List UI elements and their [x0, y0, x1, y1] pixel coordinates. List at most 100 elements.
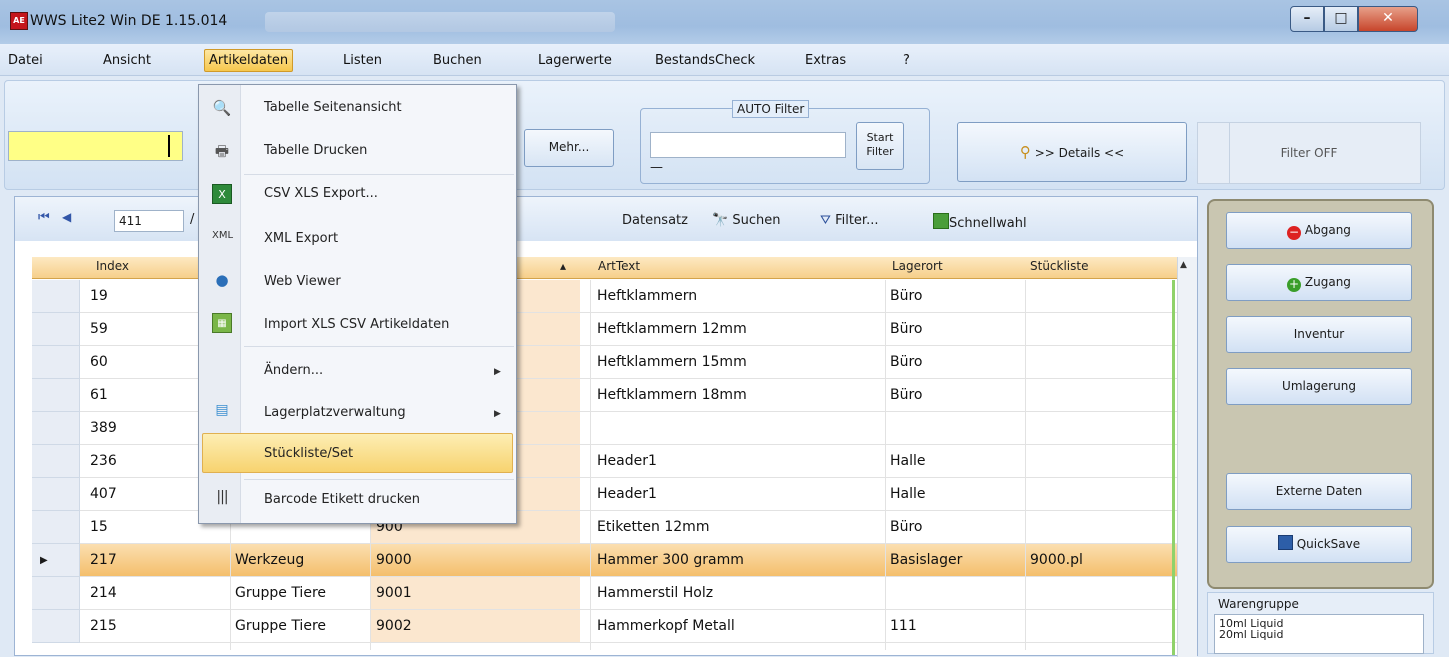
record-position-input[interactable]: 411: [114, 210, 184, 232]
column-divider: [1025, 280, 1026, 650]
app-logo-icon: AE: [10, 12, 28, 30]
zugang-button[interactable]: + Zugang: [1226, 264, 1412, 301]
autofilter-dash: —: [650, 160, 663, 175]
menu-datei[interactable]: Datei: [8, 50, 43, 72]
grid-icon: [933, 213, 949, 229]
externe-daten-button[interactable]: Externe Daten: [1226, 473, 1412, 510]
first-record-icon[interactable]: ⏮: [38, 210, 50, 225]
cell-arttext: Hammerstil Holz: [597, 585, 714, 601]
abgang-button[interactable]: − Abgang: [1226, 212, 1412, 249]
start-filter-button[interactable]: Start Filter: [856, 122, 904, 170]
menu-csv-xls-export[interactable]: CSV XLS Export...: [264, 186, 378, 201]
warengruppe-item[interactable]: 20ml Liquid: [1219, 629, 1419, 640]
details-label: >> Details <<: [1034, 146, 1125, 160]
menu-xml-export[interactable]: XML Export: [264, 231, 338, 246]
dropdown-separator: [244, 346, 514, 347]
menu-stueckliste-set[interactable]: Stückliste/Set: [264, 446, 353, 461]
submenu-arrow-icon: ▶: [494, 409, 501, 419]
filter-label: Filter...: [835, 213, 879, 228]
row-selector[interactable]: [32, 313, 80, 346]
search-input[interactable]: [8, 131, 183, 161]
prev-record-icon[interactable]: ◀: [62, 210, 71, 224]
maximize-button[interactable]: □: [1324, 6, 1358, 32]
menu-ansicht[interactable]: Ansicht: [103, 50, 151, 72]
umlagerung-button[interactable]: Umlagerung: [1226, 368, 1412, 405]
cell-lagerort: Büro: [890, 387, 923, 403]
cell-stueckliste: 9000.pl: [1030, 552, 1083, 568]
row-selector[interactable]: [32, 610, 80, 643]
warengruppe-list[interactable]: 10ml Liquid 20ml Liquid: [1214, 614, 1424, 654]
menu-aendern[interactable]: Ändern...: [264, 363, 323, 378]
filter-button[interactable]: ⛛ Filter...: [820, 213, 878, 228]
header-stueckliste[interactable]: Stückliste: [1030, 259, 1088, 273]
menu-lagerwerte[interactable]: Lagerwerte: [538, 50, 612, 72]
menu-web-viewer[interactable]: Web Viewer: [264, 274, 341, 289]
header-arttext[interactable]: ArtText: [598, 259, 640, 273]
menu-tabelle-drucken[interactable]: Tabelle Drucken: [264, 143, 367, 158]
details-button[interactable]: ⚲ >> Details <<: [957, 122, 1187, 182]
cell-index: 19: [90, 288, 108, 304]
cell-lagerort: Büro: [890, 519, 923, 535]
quicksave-button[interactable]: QuickSave: [1226, 526, 1412, 563]
row-selector[interactable]: [32, 412, 80, 445]
menu-bestandscheck[interactable]: BestandsCheck: [655, 50, 755, 72]
cell-lagerort: Basislager: [890, 552, 963, 568]
column-divider: [885, 280, 886, 650]
suchen-button[interactable]: 🔭 Suchen: [712, 213, 780, 228]
cell-gruppe: Gruppe Tiere: [235, 585, 326, 601]
autofilter-input[interactable]: [650, 132, 846, 158]
menu-barcode-etikett[interactable]: Barcode Etikett drucken: [264, 492, 420, 507]
close-button[interactable]: ✕: [1358, 6, 1418, 32]
vertical-scrollbar[interactable]: [1177, 257, 1197, 657]
header-index[interactable]: Index: [96, 259, 129, 273]
row-selector[interactable]: [32, 511, 80, 544]
row-selector[interactable]: [32, 346, 80, 379]
menu-buchen[interactable]: Buchen: [433, 50, 482, 72]
inventur-button[interactable]: Inventur: [1226, 316, 1412, 353]
menu-listen[interactable]: Listen: [343, 50, 382, 72]
datensatz-button[interactable]: Datensatz: [622, 213, 688, 228]
row-selector[interactable]: [32, 280, 80, 313]
row-selector[interactable]: [32, 445, 80, 478]
cell-index: 60: [90, 354, 108, 370]
minimize-button[interactable]: –: [1290, 6, 1324, 32]
autofilter-label: AUTO Filter: [732, 100, 810, 118]
floppy-icon: [1277, 535, 1293, 550]
cell-index: 389: [90, 420, 117, 436]
row-selector[interactable]: [32, 379, 80, 412]
schnellwahl-button[interactable]: Schnellwahl: [933, 213, 1027, 231]
cell-index: 215: [90, 618, 117, 634]
sort-arrow-icon: ▴: [560, 259, 567, 273]
header-lagerort[interactable]: Lagerort: [892, 259, 943, 273]
mehr-button[interactable]: Mehr...: [524, 129, 614, 167]
row-selector[interactable]: [32, 577, 80, 610]
menu-help[interactable]: ?: [903, 50, 910, 72]
cell-index: 15: [90, 519, 108, 535]
magnifier-icon: ⚲: [1019, 143, 1031, 161]
abgang-label: Abgang: [1304, 223, 1351, 237]
minimize-icon: –: [1303, 10, 1311, 26]
cell-nr: 9000: [376, 552, 412, 568]
grid-green-marker: [1172, 280, 1175, 655]
quicksave-label: QuickSave: [1296, 537, 1361, 551]
filter-off-button[interactable]: Filter OFF: [1197, 122, 1421, 184]
cell-arttext: Hammer 300 gramm: [597, 552, 744, 568]
scroll-up-icon[interactable]: ▲: [1180, 260, 1187, 270]
start-filter-label-1: Start: [866, 131, 894, 144]
menu-tabelle-seitenansicht[interactable]: Tabelle Seitenansicht: [264, 100, 402, 115]
menu-lagerplatzverwaltung[interactable]: Lagerplatzverwaltung: [264, 405, 406, 420]
cell-index: 217: [90, 552, 117, 568]
submenu-arrow-icon: ▶: [494, 367, 501, 377]
text-caret: [168, 135, 170, 157]
cell-index: 407: [90, 486, 117, 502]
start-filter-label-2: Filter: [866, 145, 894, 158]
zugang-label: Zugang: [1304, 275, 1351, 289]
menu-import-xls-csv[interactable]: Import XLS CSV Artikeldaten: [264, 317, 449, 332]
window-title: WWS Lite2 Win DE 1.15.014: [30, 13, 228, 29]
menu-artikeldaten[interactable]: Artikeldaten: [204, 49, 294, 72]
menu-extras[interactable]: Extras: [805, 50, 846, 72]
cell-arttext: Heftklammern 18mm: [597, 387, 747, 403]
cell-arttext: Heftklammern: [597, 288, 698, 304]
row-pointer-icon: ▶: [40, 555, 48, 566]
row-selector[interactable]: [32, 478, 80, 511]
